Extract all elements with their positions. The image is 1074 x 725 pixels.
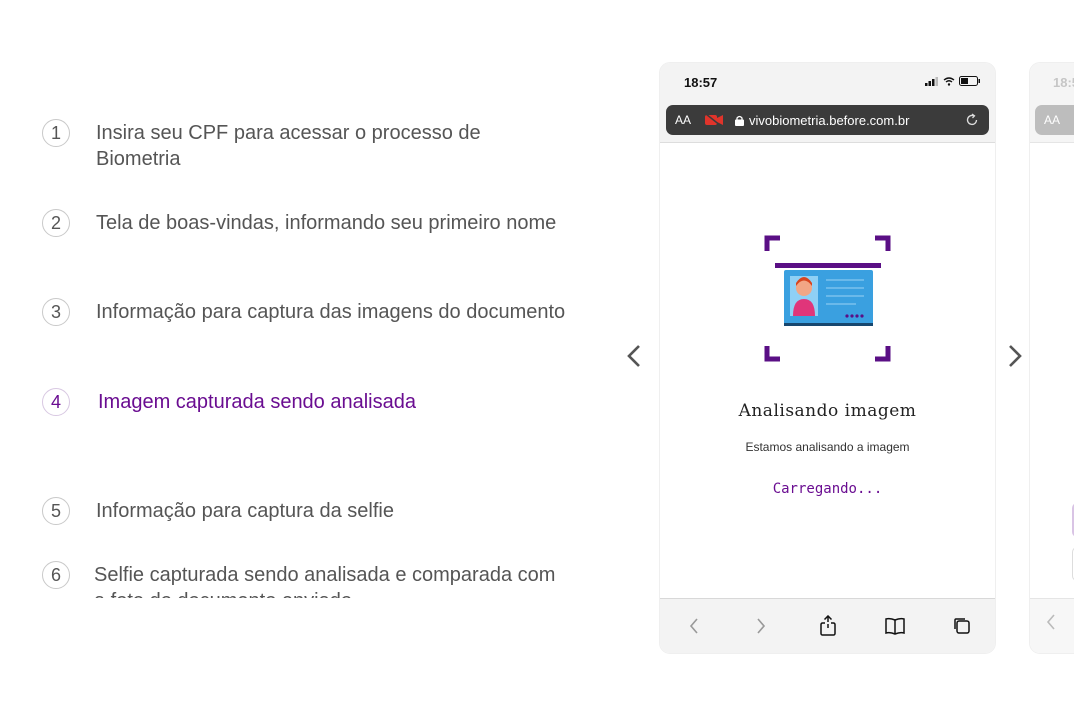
next-phone-top: 18:5 AA [1030, 63, 1074, 143]
lock-icon [735, 115, 745, 126]
status-time: 18:57 [684, 75, 718, 90]
chevron-right-icon [1009, 345, 1022, 367]
carousel-next-button[interactable] [1002, 340, 1032, 372]
wifi-icon [943, 76, 955, 86]
chevron-right-icon [756, 618, 765, 634]
browser-forward-button[interactable] [749, 614, 773, 638]
step-text: Informação para captura das imagens do d… [96, 301, 566, 323]
browser-toolbar [660, 598, 995, 653]
signal-icon [925, 76, 938, 86]
step-number: 2 [42, 209, 70, 237]
step-text: Insira seu CPF para acessar o processo d… [96, 122, 481, 170]
next-phone-preview: 18:5 AA [1030, 63, 1074, 653]
address-bar[interactable]: AA vivobiometria.before.com.br [666, 105, 989, 135]
step-number: 3 [42, 298, 70, 326]
battery-icon [959, 76, 980, 86]
step-number: 1 [42, 119, 70, 147]
step-6-clip: 6 Selfie capturada sendo analisada e com… [42, 560, 602, 598]
screen-subtitle: Estamos analisando a imagem [745, 440, 910, 454]
phone-screenshot: 18:57 AA vivobiometria.before.com.br Ana… [660, 63, 995, 653]
camera-recording-icon [705, 114, 724, 126]
chevron-left-icon [1046, 614, 1055, 630]
step-5[interactable]: 5 Informação para captura da selfie [42, 497, 566, 525]
step-3[interactable]: 3 Informação para captura das imagens do… [42, 298, 566, 326]
step-4-active[interactable]: 4 Imagem capturada sendo analisada [42, 388, 568, 416]
browser-back-button[interactable] [682, 614, 706, 638]
step-text: Tela de boas-vindas, informando seu prim… [96, 212, 557, 234]
reload-icon[interactable] [965, 113, 979, 127]
document-analysis-illustration [764, 235, 891, 362]
next-phone-aa: AA [1044, 113, 1061, 127]
page: 1 Insira seu CPF para acessar o processo… [0, 0, 1074, 725]
next-phone-time: 18:5 [1053, 75, 1074, 90]
url-text: vivobiometria.before.com.br [749, 112, 910, 128]
tabs-icon [953, 618, 970, 634]
status-icons [925, 76, 981, 86]
book-icon [884, 617, 905, 635]
step-text: Informação para captura da selfie [96, 500, 394, 522]
text-size-button[interactable]: AA [675, 113, 691, 127]
tabs-button[interactable] [950, 614, 974, 638]
share-icon [819, 615, 836, 636]
carousel-prev-button[interactable] [620, 340, 650, 372]
step-2[interactable]: 2 Tela de boas-vindas, informando seu pr… [42, 209, 566, 237]
bookmarks-button[interactable] [883, 614, 907, 638]
step-text: Imagem capturada sendo analisada [98, 391, 416, 413]
status-bar: 18:57 [660, 63, 995, 101]
chevron-left-icon [627, 345, 640, 367]
next-phone-address-bar: AA [1035, 105, 1074, 135]
step-text: Selfie capturada sendo analisada e compa… [94, 564, 556, 598]
screen-title: Analisando imagem [738, 401, 917, 421]
step-1[interactable]: 1 Insira seu CPF para acessar o processo… [42, 119, 566, 172]
chevron-left-icon [689, 618, 698, 634]
loading-text: Carregando... [772, 481, 883, 497]
step-number: 4 [42, 388, 70, 416]
step-6[interactable]: 6 Selfie capturada sendo analisada e com… [42, 561, 564, 598]
step-number: 6 [42, 561, 70, 589]
next-phone-toolbar [1030, 598, 1074, 653]
step-number: 5 [42, 497, 70, 525]
share-button[interactable] [816, 614, 840, 638]
